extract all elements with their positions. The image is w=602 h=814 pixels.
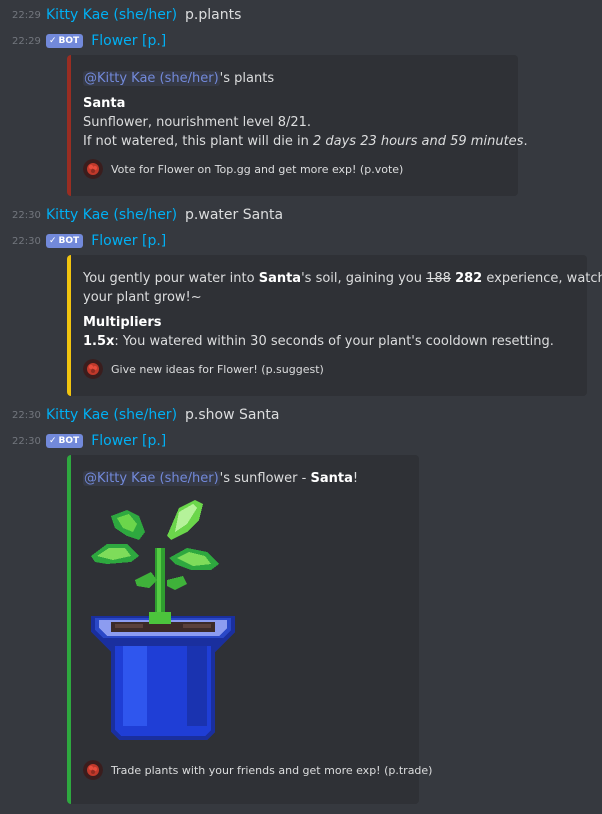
warning-prefix: If not watered, this plant will die in [83, 134, 313, 149]
message-user-1: 22:29 Kitty Kae (she/her) p.plants [0, 5, 602, 25]
timestamp: 22:29 [12, 9, 41, 21]
footer-text: Trade plants with your friends and get m… [111, 763, 433, 777]
timestamp: 22:30 [12, 409, 41, 421]
warning-suffix: . [523, 134, 528, 149]
plant-status: Sunflower, nourishment level 8/21. [83, 115, 312, 130]
message-content: p.water Santa [185, 207, 284, 223]
check-icon: ✓ [49, 436, 57, 446]
timestamp: 22:30 [12, 235, 41, 247]
check-icon: ✓ [49, 236, 57, 246]
field-value-multipliers: 1.5x: You watered within 30 seconds of y… [83, 332, 573, 351]
plant-name: Santa [83, 96, 126, 111]
embed-author-line: @Kitty Kae (she/her)'s sunflower - Santa… [83, 469, 405, 488]
water-text-1: You gently pour water into [83, 271, 259, 286]
water-text-2: 's soil, gaining you [301, 271, 427, 286]
flower-avatar-icon [83, 359, 103, 379]
message-content: p.show Santa [185, 407, 280, 423]
footer-text: Vote for Flower on Top.gg and get more e… [111, 162, 404, 176]
water-text-3: experience, watching [486, 271, 602, 286]
field-name-multipliers: Multipliers [83, 315, 162, 330]
embed-footer: Give new ideas for Flower! (p.suggest) [83, 359, 573, 379]
water-line-2: your plant grow!~ [83, 290, 202, 305]
message-user-3: 22:30 Kitty Kae (she/her) p.show Santa [0, 405, 602, 425]
author-name[interactable]: Flower [p.] [91, 433, 166, 449]
embed-author-line: @Kitty Kae (she/her)'s plants [83, 69, 504, 88]
multiplier-text: : You watered within 30 seconds of your … [114, 334, 554, 349]
bot-badge: ✓ BOT [46, 434, 84, 448]
multiplier-value: 1.5x [83, 334, 115, 349]
bot-badge: ✓ BOT [46, 234, 84, 248]
flower-avatar-icon [83, 159, 103, 179]
author-name[interactable]: Flower [p.] [91, 233, 166, 249]
bot-badge-label: BOT [58, 436, 80, 446]
embed-show: @Kitty Kae (she/her)'s sunflower - Santa… [67, 455, 432, 804]
author-name[interactable]: Kitty Kae (she/her) [46, 207, 177, 223]
plant-warning: If not watered, this plant will die in 2… [83, 132, 528, 151]
user-mention[interactable]: @Kitty Kae (she/her) [83, 71, 220, 86]
footer-text: Give new ideas for Flower! (p.suggest) [111, 362, 324, 376]
embed-title-suffix: 's plants [219, 71, 275, 86]
embed-footer: Trade plants with your friends and get m… [83, 760, 432, 780]
author-name[interactable]: Kitty Kae (she/her) [46, 407, 177, 423]
author-name[interactable]: Kitty Kae (she/her) [46, 7, 177, 23]
water-line-1: You gently pour water into Santa's soil,… [83, 269, 602, 288]
user-mention[interactable]: @Kitty Kae (she/her) [83, 471, 220, 486]
timestamp: 22:30 [12, 435, 41, 447]
author-name[interactable]: Flower [p.] [91, 33, 166, 49]
warning-time: 2 days 23 hours and 59 minutes [312, 134, 524, 149]
new-exp: 282 [455, 271, 483, 286]
bot-badge-label: BOT [58, 36, 80, 46]
bot-badge: ✓ BOT [46, 34, 84, 48]
message-bot-3: 22:30 ✓ BOT Flower [p.] [0, 431, 602, 451]
show-plant-name: Santa [310, 471, 353, 486]
embed-water: You gently pour water into Santa's soil,… [67, 255, 602, 396]
sunflower-plant-image[interactable] [83, 496, 243, 752]
bot-badge-label: BOT [58, 236, 80, 246]
timestamp: 22:30 [12, 209, 41, 221]
message-bot-2: 22:30 ✓ BOT Flower [p.] [0, 231, 602, 251]
message-content: p.plants [185, 7, 242, 23]
old-exp: 188 [426, 271, 451, 286]
show-text-2: ! [352, 471, 359, 486]
message-user-2: 22:30 Kitty Kae (she/her) p.water Santa [0, 205, 602, 225]
embed-footer: Vote for Flower on Top.gg and get more e… [83, 159, 504, 179]
water-plant-name: Santa [258, 271, 302, 286]
check-icon: ✓ [49, 36, 57, 46]
timestamp: 22:29 [12, 35, 41, 47]
show-text-1: 's sunflower - [219, 471, 311, 486]
message-bot-1: 22:29 ✓ BOT Flower [p.] [0, 31, 602, 51]
flower-avatar-icon [83, 760, 103, 780]
embed-plants: @Kitty Kae (she/her)'s plants Santa Sunf… [67, 55, 528, 196]
